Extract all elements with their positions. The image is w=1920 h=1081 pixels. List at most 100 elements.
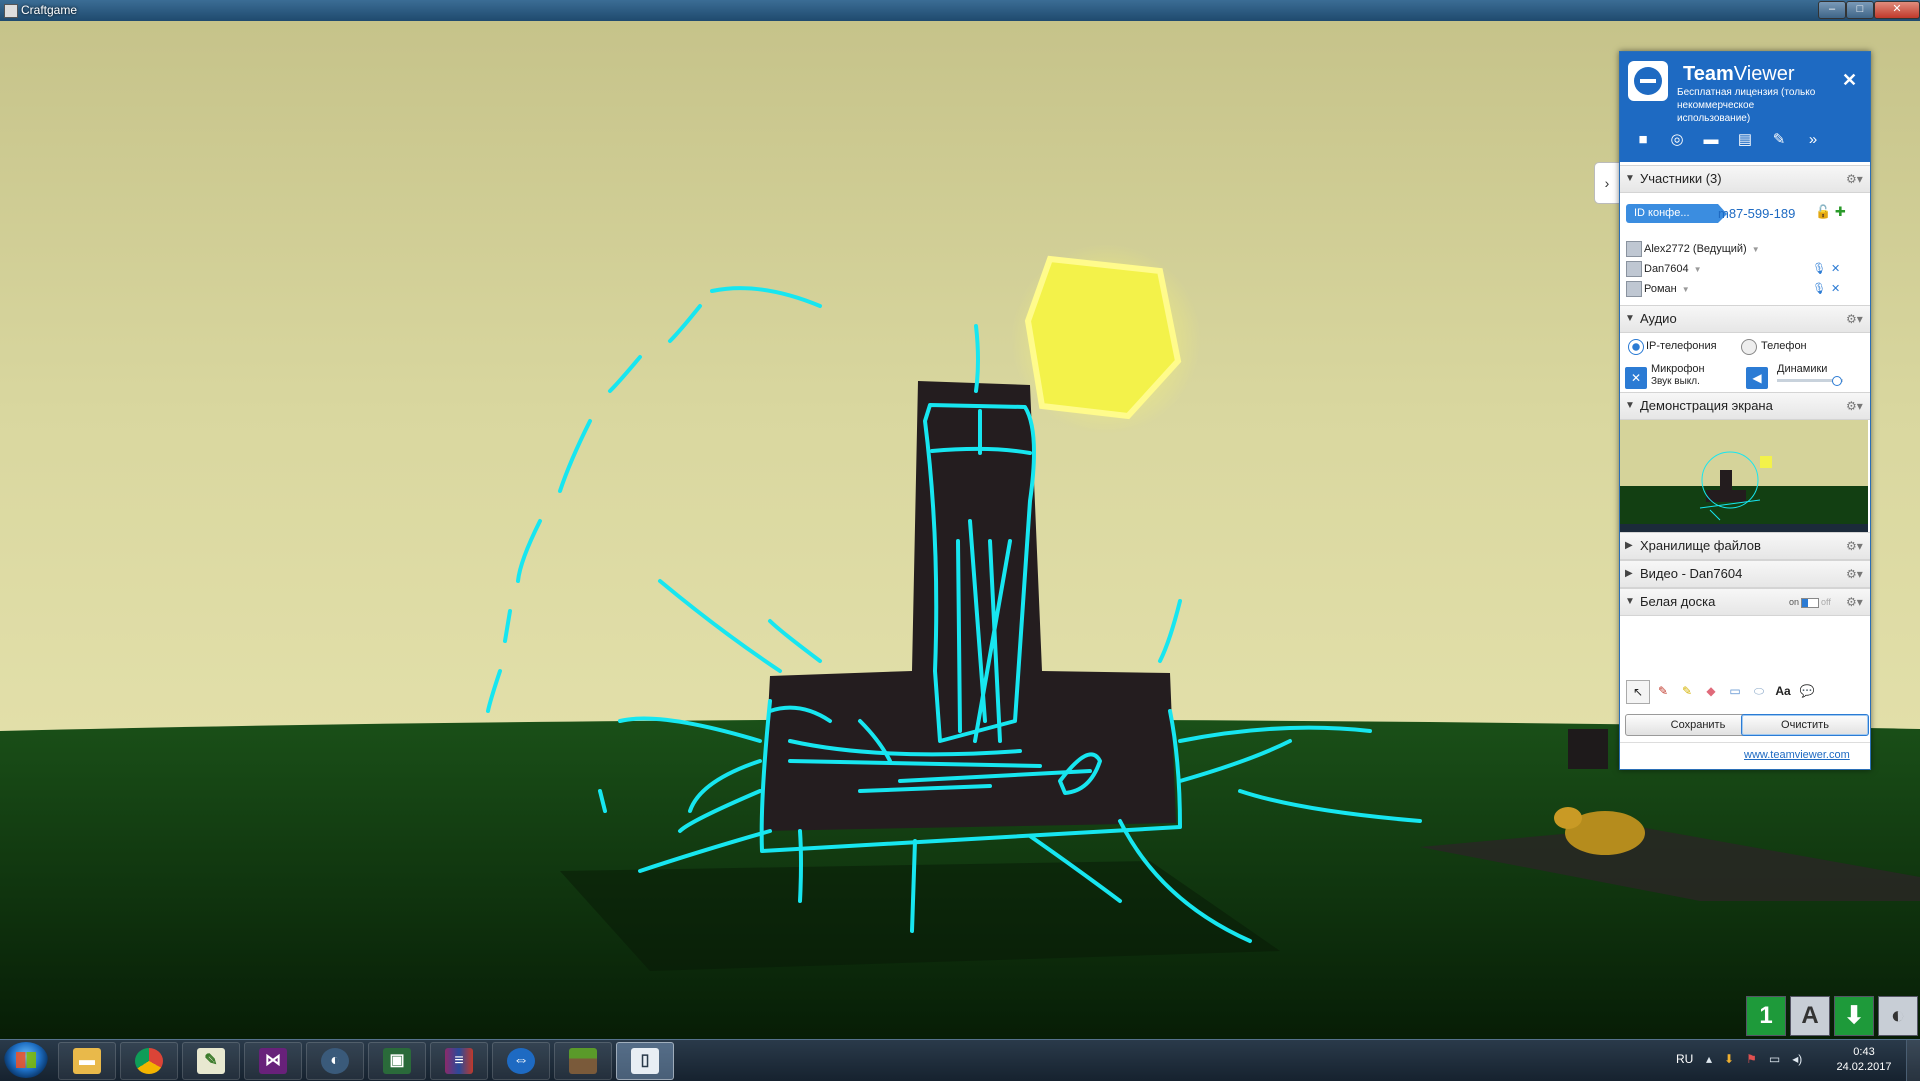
highlighter-tool-icon[interactable]: ✎ — [1676, 680, 1698, 702]
taskbar-craftgame[interactable]: ▯ — [616, 1042, 674, 1080]
tray-download-icon[interactable]: ⬇ — [1724, 1052, 1734, 1066]
microphone-icon[interactable]: 🎙 — [1812, 279, 1826, 299]
participants-section-header[interactable]: ▼ Участники (3) ⚙▾ — [1620, 165, 1870, 193]
participant-row[interactable]: Alex2772 (Ведущий) ▼ — [1626, 239, 1866, 259]
visual-studio-icon: ⋈ — [259, 1048, 287, 1074]
toggle-switch[interactable] — [1801, 597, 1820, 608]
gear-icon[interactable]: ⚙▾ — [1846, 166, 1863, 192]
pointer-tool-icon[interactable]: ↖ — [1626, 680, 1650, 704]
language-indicator[interactable]: RU — [1676, 1052, 1693, 1066]
clear-button[interactable]: Очистить — [1741, 714, 1869, 736]
clock-date: 24.02.2017 — [1836, 1061, 1892, 1073]
participant-row[interactable]: Dan7604 ▼ 🎙 ✕ — [1626, 259, 1866, 279]
microphone-label: Микрофон — [1651, 363, 1705, 375]
rectangle-tool-icon[interactable]: ▭ — [1724, 680, 1746, 702]
whiteboard-title: Белая доска — [1640, 594, 1716, 609]
taskbar-minecraft[interactable] — [554, 1042, 612, 1080]
chat-icon[interactable]: ▬ — [1698, 131, 1724, 148]
clock[interactable]: 0:43 24.02.2017 — [1836, 1045, 1892, 1075]
chevron-down-icon[interactable]: ▼ — [1694, 265, 1702, 274]
file-storage-section-header[interactable]: ▶ Хранилище файлов ⚙▾ — [1620, 532, 1870, 560]
teamviewer-logo — [1628, 61, 1668, 101]
notepad-icon: ✎ — [197, 1048, 225, 1074]
tray-flag-icon[interactable]: ⚑ — [1746, 1052, 1757, 1066]
minimize-button[interactable]: – — [1818, 1, 1846, 19]
speaker-volume-slider[interactable] — [1777, 376, 1843, 386]
speaker-icon[interactable]: ◀ — [1746, 367, 1768, 389]
audio-title: Аудио — [1640, 311, 1677, 326]
show-desktop-button[interactable] — [1906, 1040, 1920, 1081]
headset-icon[interactable]: ◎ — [1664, 130, 1690, 148]
tray-monitor-icon[interactable]: ▭ — [1769, 1052, 1780, 1066]
slider-knob[interactable] — [1832, 376, 1843, 386]
taskbar-visual-studio[interactable]: ⋈ — [244, 1042, 302, 1080]
teamviewer-collapse-tab[interactable]: › — [1594, 162, 1619, 204]
microphone-status: Звук выкл. — [1651, 376, 1700, 387]
gear-icon[interactable]: ⚙▾ — [1846, 533, 1863, 559]
expand-triangle-icon: ▶ — [1625, 568, 1633, 579]
teamviewer-panel: TeamViewer Бесплатная лицензия (только н… — [1619, 51, 1871, 770]
close-window-button[interactable]: ✕ — [1874, 1, 1920, 19]
more-icon[interactable]: » — [1800, 131, 1826, 148]
gear-icon[interactable]: ⚙▾ — [1846, 589, 1863, 615]
system-tray: ▴ ⬇ ⚑ ▭ ◂) — [1706, 1052, 1814, 1066]
participant-name: Роман — [1644, 283, 1677, 295]
microphone-icon[interactable]: 🎙 — [1812, 259, 1826, 279]
audio-section-header[interactable]: ▼ Аудио ⚙▾ — [1620, 305, 1870, 333]
participants-title: Участники (3) — [1640, 171, 1722, 186]
distant-block — [1568, 729, 1608, 769]
eraser-tool-icon[interactable]: ◆ — [1700, 680, 1722, 702]
close-teamviewer-button[interactable]: ✕ — [1842, 70, 1857, 91]
download-icon[interactable]: ⬇ — [1834, 996, 1874, 1036]
maximize-button[interactable]: □ — [1846, 1, 1874, 19]
remove-icon[interactable]: ✕ — [1831, 279, 1840, 299]
taskbar-chrome[interactable] — [120, 1042, 178, 1080]
teamviewer-toolbar: ■ ◎ ▬ ▤ ✎ » — [1630, 130, 1860, 154]
add-participant-icon[interactable]: ✚ — [1835, 204, 1846, 219]
ellipse-tool-icon[interactable]: ⬭ — [1748, 680, 1770, 702]
microphone-muted-icon[interactable]: ✕ — [1625, 367, 1647, 389]
chevron-down-icon[interactable]: ▼ — [1682, 285, 1690, 294]
phone-radio[interactable] — [1741, 339, 1757, 355]
folder-icon: ▬ — [73, 1048, 101, 1074]
participant-row[interactable]: Роман ▼ 🎙 ✕ — [1626, 279, 1866, 299]
gear-icon[interactable]: ⚙▾ — [1846, 561, 1863, 587]
screen-preview-thumbnail[interactable] — [1620, 420, 1868, 532]
screen-preview-image — [1620, 420, 1868, 532]
text-tool-icon[interactable]: Aa — [1772, 680, 1794, 702]
tray-expand-icon[interactable]: ▴ — [1706, 1052, 1712, 1066]
speech-bubble-tool-icon[interactable]: 💬 — [1796, 680, 1818, 702]
green-number-icon[interactable]: 1 — [1746, 996, 1786, 1036]
video-icon[interactable]: ■ — [1630, 131, 1656, 148]
files-icon[interactable]: ▤ — [1732, 130, 1758, 148]
taskbar-file-explorer[interactable]: ▬ — [58, 1042, 116, 1080]
whiteboard-toggle[interactable]: on off — [1789, 589, 1831, 615]
chevron-down-icon[interactable]: ▼ — [1752, 245, 1760, 254]
speakers-label: Динамики — [1777, 363, 1828, 375]
teamviewer-website-link[interactable]: www.teamviewer.com — [1744, 749, 1850, 761]
taskbar-winrar[interactable]: ≡ — [430, 1042, 488, 1080]
pen-tool-icon[interactable]: ✎ — [1652, 680, 1674, 702]
ip-telephony-radio[interactable] — [1628, 339, 1644, 355]
gear-icon[interactable]: ⚙▾ — [1846, 306, 1863, 332]
whiteboard-tools: ↖ ✎ ✎ ◆ ▭ ⬭ Aa 💬 — [1624, 680, 1864, 704]
taskbar-media-app[interactable]: ◐ — [306, 1042, 364, 1080]
app-icon — [4, 4, 18, 18]
draw-icon[interactable]: ✎ — [1766, 130, 1792, 148]
lock-icon[interactable]: 🔓 — [1815, 204, 1831, 219]
tray-volume-icon[interactable]: ◂) — [1792, 1052, 1802, 1066]
start-button[interactable] — [4, 1042, 48, 1078]
whiteboard-section-header[interactable]: ▼ Белая доска on off ⚙▾ — [1620, 588, 1870, 616]
screen-demo-section-header[interactable]: ▼ Демонстрация экрана ⚙▾ — [1620, 392, 1870, 420]
mouse-icon[interactable]: ◐ — [1878, 996, 1918, 1036]
teamviewer-header: TeamViewer Бесплатная лицензия (только н… — [1620, 52, 1870, 162]
remove-icon[interactable]: ✕ — [1831, 259, 1840, 279]
taskbar-terminal-app[interactable]: ▣ — [368, 1042, 426, 1080]
license-text: Бесплатная лицензия (только некоммерческ… — [1677, 87, 1816, 124]
gear-icon[interactable]: ⚙▾ — [1846, 393, 1863, 419]
video-section-header[interactable]: ▶ Видео - Dan7604 ⚙▾ — [1620, 560, 1870, 588]
taskbar-teamviewer[interactable]: ⇔ — [492, 1042, 550, 1080]
taskbar-notepad-plus-plus[interactable]: ✎ — [182, 1042, 240, 1080]
letter-a-icon[interactable]: A — [1790, 996, 1830, 1036]
collapse-triangle-icon: ▼ — [1625, 313, 1635, 324]
